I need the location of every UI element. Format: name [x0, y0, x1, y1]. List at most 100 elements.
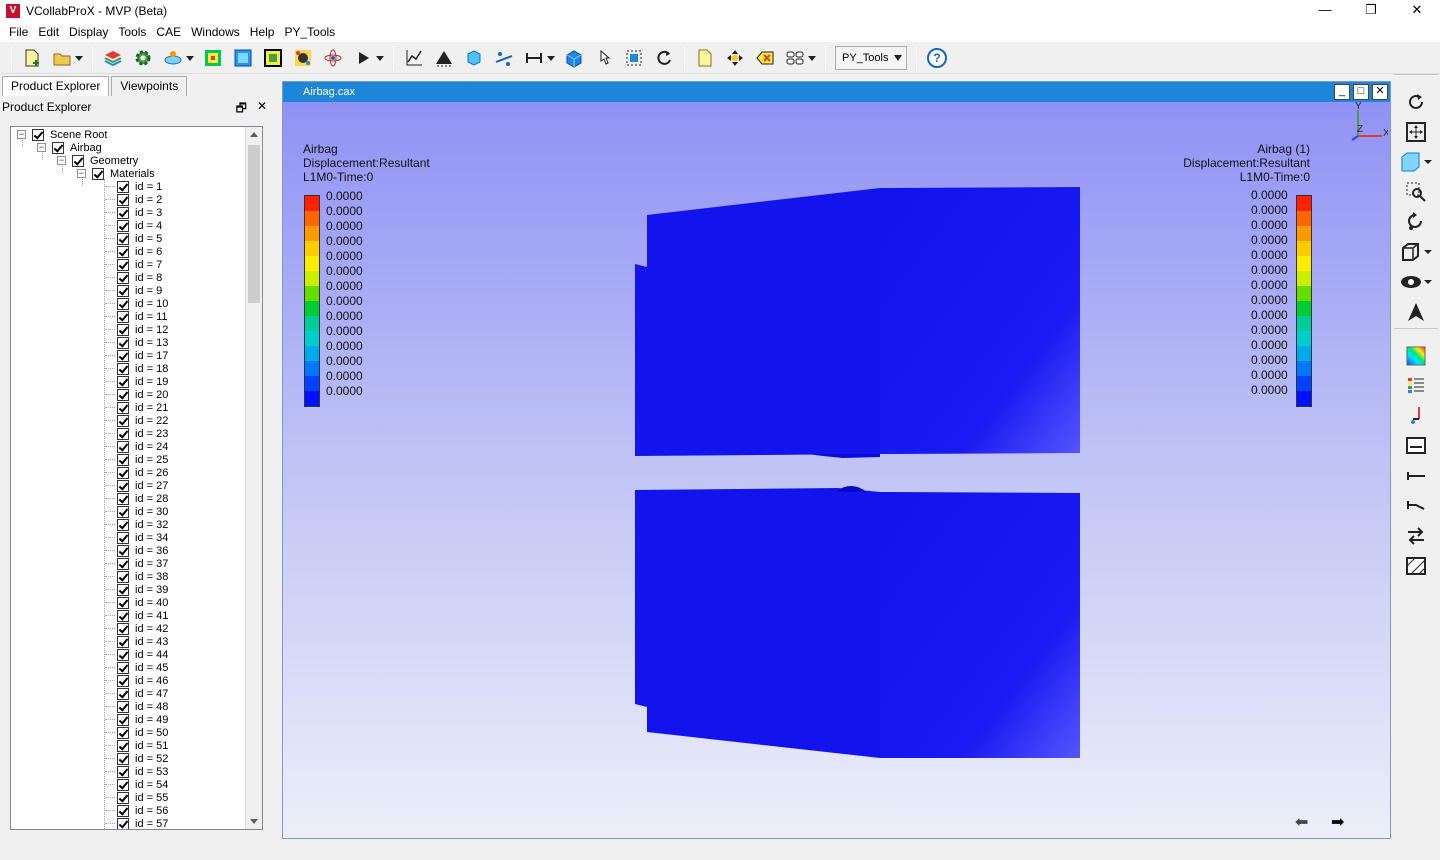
- open-folder-icon[interactable]: [49, 45, 83, 71]
- view-cube-icon[interactable]: [1400, 148, 1432, 176]
- next-arrow-icon[interactable]: ➡: [1331, 812, 1344, 832]
- section-icon[interactable]: [491, 45, 517, 71]
- checkbox[interactable]: [117, 687, 129, 700]
- tree-node-material-id[interactable]: id = 10: [105, 297, 168, 310]
- checkbox[interactable]: [117, 739, 129, 752]
- dimension-icon[interactable]: [1400, 462, 1432, 490]
- tab-product-explorer[interactable]: Product Explorer: [2, 76, 110, 96]
- checkbox[interactable]: [117, 778, 129, 791]
- atom-icon[interactable]: [320, 45, 346, 71]
- tree-node-material-id[interactable]: id = 1: [105, 180, 162, 193]
- menu-edit[interactable]: Edit: [33, 25, 64, 39]
- box-3d-icon[interactable]: [561, 45, 587, 71]
- tree-node-material-id[interactable]: id = 25: [105, 453, 168, 466]
- particle-icon[interactable]: [290, 45, 316, 71]
- checkbox[interactable]: [117, 752, 129, 765]
- checkbox[interactable]: [117, 336, 129, 349]
- checkbox[interactable]: [117, 284, 129, 297]
- scroll-thumb[interactable]: [248, 145, 260, 303]
- checkbox[interactable]: [117, 206, 129, 219]
- fringe-icon[interactable]: [230, 45, 256, 71]
- checkbox[interactable]: [117, 596, 129, 609]
- layers-icon[interactable]: [100, 45, 126, 71]
- checkbox[interactable]: [117, 349, 129, 362]
- checkbox[interactable]: [117, 583, 129, 596]
- tree-node-material-id[interactable]: id = 2: [105, 193, 162, 206]
- checkbox[interactable]: [117, 362, 129, 375]
- checkbox[interactable]: [117, 570, 129, 583]
- checkbox[interactable]: [117, 674, 129, 687]
- checkbox[interactable]: [117, 401, 129, 414]
- checkbox[interactable]: [92, 167, 104, 180]
- tree-node-material-id[interactable]: id = 27: [105, 479, 168, 492]
- tree-node-material-id[interactable]: id = 28: [105, 492, 168, 505]
- select-box-icon[interactable]: [621, 45, 647, 71]
- delete-icon[interactable]: [752, 45, 778, 71]
- tree-node-material-id[interactable]: id = 17: [105, 349, 168, 362]
- tree-node-material-id[interactable]: id = 41: [105, 609, 168, 622]
- checkbox[interactable]: [117, 557, 129, 570]
- checkbox[interactable]: [117, 323, 129, 336]
- checkbox[interactable]: [117, 375, 129, 388]
- checkbox[interactable]: [117, 310, 129, 323]
- menu-help[interactable]: Help: [245, 25, 280, 39]
- wireframe-cube-icon[interactable]: [1400, 238, 1432, 266]
- checkbox[interactable]: [117, 492, 129, 505]
- viewer-window[interactable]: Airbag.cax _ □ ✕ X Y Z Airbag Displaceme…: [282, 81, 1391, 839]
- checkbox[interactable]: [117, 726, 129, 739]
- tree-node-material-id[interactable]: id = 19: [105, 375, 168, 388]
- tree-node-material-id[interactable]: id = 40: [105, 596, 168, 609]
- checkbox[interactable]: [117, 648, 129, 661]
- maximize-button[interactable]: ❐: [1348, 0, 1394, 22]
- checkbox[interactable]: [117, 544, 129, 557]
- tree-node-material-id[interactable]: id = 26: [105, 466, 168, 479]
- checkbox[interactable]: [117, 232, 129, 245]
- tree-node-material-id[interactable]: id = 48: [105, 700, 168, 713]
- tree-node-material-id[interactable]: id = 32: [105, 518, 168, 531]
- airbag-upper-half[interactable]: [635, 187, 1080, 458]
- menu-windows[interactable]: Windows: [186, 25, 245, 39]
- tree-node-material-id[interactable]: id = 30: [105, 505, 168, 518]
- refresh-icon[interactable]: [651, 45, 677, 71]
- swap-arrows-icon[interactable]: [1400, 522, 1432, 550]
- tree-node-material-id[interactable]: id = 34: [105, 531, 168, 544]
- tree-node-material-id[interactable]: id = 39: [105, 583, 168, 596]
- probe-line-icon[interactable]: [1400, 402, 1432, 430]
- tree-node-material-id[interactable]: id = 54: [105, 778, 168, 791]
- scroll-down-icon[interactable]: [250, 819, 258, 824]
- tree-node-material-id[interactable]: id = 37: [105, 557, 168, 570]
- tree-node-material-id[interactable]: id = 47: [105, 687, 168, 700]
- close-panel-icon[interactable]: ✕: [257, 99, 267, 120]
- checkbox[interactable]: [117, 180, 129, 193]
- tree-node-material-id[interactable]: id = 4: [105, 219, 162, 232]
- checkbox[interactable]: [117, 531, 129, 544]
- mesh-icon[interactable]: [431, 45, 457, 71]
- checkbox[interactable]: [117, 713, 129, 726]
- pointer-icon[interactable]: [591, 45, 617, 71]
- checkbox[interactable]: [117, 388, 129, 401]
- checkbox[interactable]: [117, 258, 129, 271]
- collapse-icon[interactable]: −: [57, 156, 66, 165]
- zoom-box-icon[interactable]: [1400, 178, 1432, 206]
- checkbox[interactable]: [117, 440, 129, 453]
- help-icon[interactable]: ?: [924, 45, 950, 71]
- play-icon[interactable]: [350, 45, 384, 71]
- hatch-icon[interactable]: [1400, 552, 1432, 580]
- rotate-icon[interactable]: [1400, 88, 1432, 116]
- tree-node-material-id[interactable]: id = 13: [105, 336, 168, 349]
- airbag-model[interactable]: [283, 82, 1390, 838]
- float-panel-icon[interactable]: 🗗: [236, 99, 247, 120]
- tree-node-material-id[interactable]: id = 43: [105, 635, 168, 648]
- document-icon[interactable]: [692, 45, 718, 71]
- rotate-axis-icon[interactable]: [1400, 208, 1432, 236]
- py-tools-dropdown[interactable]: PY_Tools: [835, 45, 907, 70]
- tree-node-material-id[interactable]: id = 7: [105, 258, 162, 271]
- checkbox[interactable]: [117, 414, 129, 427]
- move-icon[interactable]: [722, 45, 748, 71]
- checkbox[interactable]: [117, 245, 129, 258]
- menu-tools[interactable]: Tools: [113, 25, 151, 39]
- menu-py-tools[interactable]: PY_Tools: [279, 25, 340, 39]
- tree-node-material-id[interactable]: id = 21: [105, 401, 168, 414]
- fit-view-icon[interactable]: [1400, 118, 1432, 146]
- checkbox[interactable]: [117, 609, 129, 622]
